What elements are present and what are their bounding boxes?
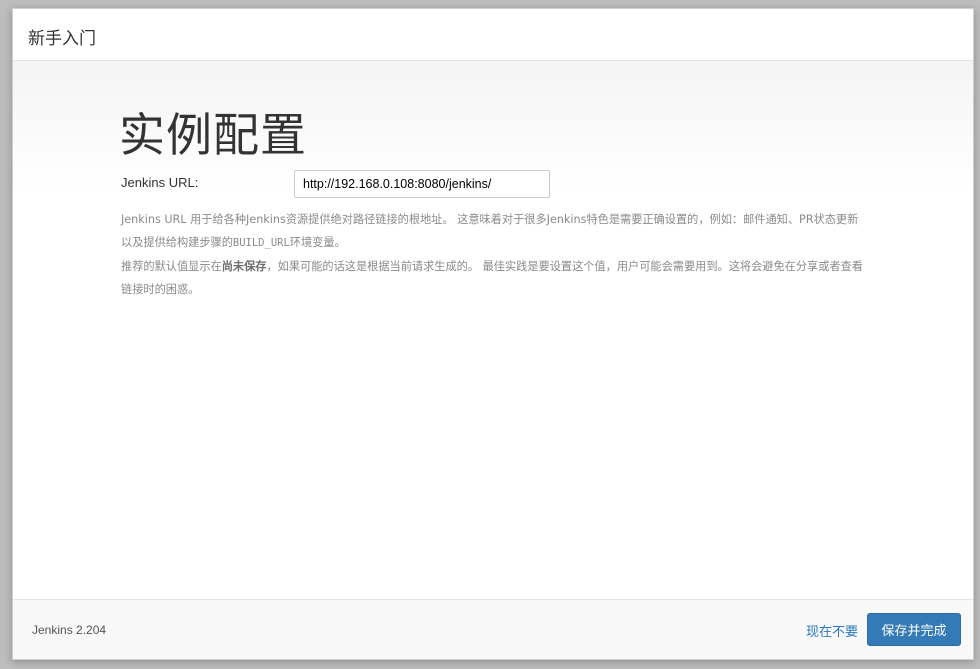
setup-wizard-dialog: 新手入门 实例配置 Jenkins URL: Jenkins URL 用于给各种…	[12, 8, 974, 660]
not-saved-emphasis: 尚未保存	[221, 260, 267, 273]
jenkins-version: Jenkins 2.204	[32, 623, 107, 637]
skip-link[interactable]: 现在不要	[806, 621, 858, 640]
help-text: Jenkins URL 用于给各种Jenkins资源提供绝对路径链接的根地址。 …	[121, 208, 866, 301]
build-url-code: BUILD_URL	[232, 237, 290, 249]
help-text-segment: Jenkins URL 用于给各种Jenkins资源提供绝对路径链接的根地址。 …	[121, 213, 859, 249]
help-paragraph-1: Jenkins URL 用于给各种Jenkins资源提供绝对路径链接的根地址。 …	[121, 208, 866, 255]
dialog-footer: Jenkins 2.204 现在不要 保存并完成	[13, 599, 973, 659]
dialog-body: 实例配置 Jenkins URL: Jenkins URL 用于给各种Jenki…	[13, 61, 973, 601]
help-text-segment: 推荐的默认值显示在	[121, 260, 222, 273]
help-text-segment: 环境变量。	[289, 236, 346, 249]
page-title: 实例配置	[119, 108, 307, 162]
dialog-header: 新手入门	[13, 9, 973, 61]
help-paragraph-2: 推荐的默认值显示在尚未保存，如果可能的话这是根据当前请求生成的。 最佳实践是要设…	[121, 255, 866, 301]
save-and-finish-button[interactable]: 保存并完成	[867, 613, 961, 646]
dialog-title: 新手入门	[28, 29, 96, 49]
jenkins-url-input[interactable]	[294, 170, 550, 198]
jenkins-url-label: Jenkins URL:	[121, 175, 199, 190]
